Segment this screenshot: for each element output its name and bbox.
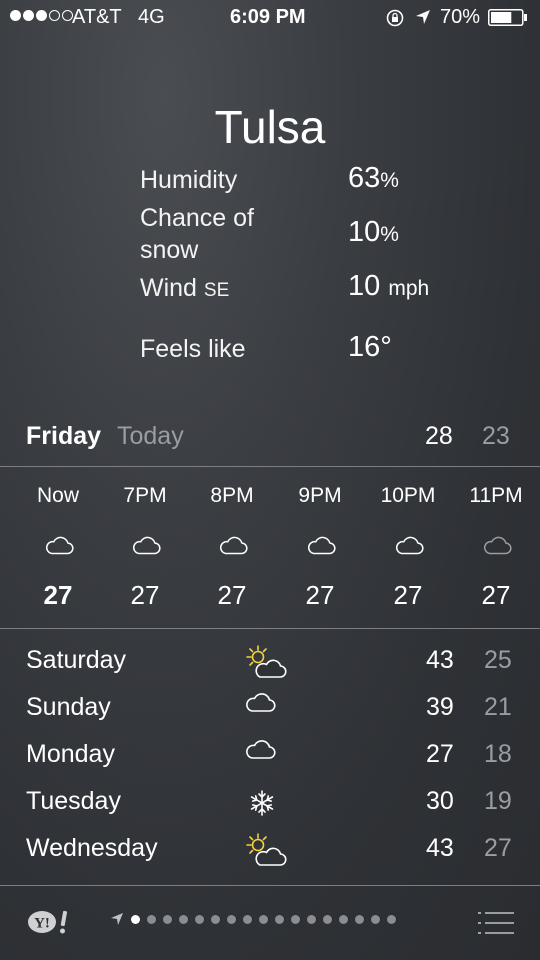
daily-row: Sunday 39 21 bbox=[0, 693, 540, 740]
day-name: Wednesday bbox=[26, 834, 158, 862]
snowflake-icon bbox=[244, 785, 280, 826]
cloud-icon bbox=[244, 691, 276, 718]
today-low: 23 bbox=[482, 422, 510, 450]
wind-value: 10 mph bbox=[348, 270, 430, 302]
location-arrow-icon bbox=[111, 913, 123, 925]
day-name: Tuesday bbox=[26, 787, 121, 815]
today-label: Today bbox=[117, 422, 184, 450]
hour-temperature: 27 bbox=[305, 580, 335, 610]
humidity-value: 63% bbox=[348, 162, 399, 194]
cloud-icon bbox=[394, 534, 424, 561]
day-low: 25 bbox=[484, 646, 512, 674]
page-dot[interactable] bbox=[179, 914, 188, 924]
hour-label: 10PM bbox=[380, 484, 436, 507]
cloud-icon bbox=[244, 738, 276, 765]
day-high: 39 bbox=[426, 693, 454, 721]
day-low: 18 bbox=[484, 740, 512, 768]
cloud-icon bbox=[131, 534, 161, 561]
page-dot[interactable] bbox=[259, 914, 268, 924]
humidity-label: Humidity bbox=[140, 166, 238, 194]
today-high: 28 bbox=[425, 422, 453, 450]
partly-sunny-icon bbox=[244, 644, 290, 685]
battery-percent: 70% bbox=[440, 6, 481, 28]
page-dot[interactable] bbox=[275, 914, 284, 924]
hour-label: 11PM bbox=[469, 484, 523, 507]
signal-dot bbox=[10, 10, 21, 21]
page-dot[interactable] bbox=[291, 914, 300, 924]
feels-like-value: 16° bbox=[348, 331, 392, 363]
page-dot[interactable] bbox=[131, 914, 140, 924]
signal-dot bbox=[49, 10, 60, 21]
list-icon[interactable] bbox=[478, 910, 514, 936]
day-name: Monday bbox=[26, 740, 115, 768]
status-time: 6:09 PM bbox=[230, 6, 306, 28]
page-indicator[interactable] bbox=[110, 912, 396, 926]
wind-label: Wind SE bbox=[140, 274, 230, 302]
hour-label: 7PM bbox=[123, 484, 167, 507]
hour-label: Now bbox=[36, 484, 79, 507]
signal-dot bbox=[36, 10, 47, 21]
daily-row: Saturday 43 25 bbox=[0, 644, 540, 693]
day-high: 27 bbox=[426, 740, 454, 768]
day-low: 27 bbox=[484, 834, 512, 862]
page-dot[interactable] bbox=[147, 914, 156, 924]
daily-row: Tuesday 30 19 bbox=[0, 787, 540, 834]
hour-temperature: 27 bbox=[43, 580, 73, 610]
daily-row: Wednesday 43 27 bbox=[0, 832, 540, 881]
hour-temperature: 27 bbox=[217, 580, 247, 610]
location-arrow-icon bbox=[416, 10, 430, 24]
day-low: 21 bbox=[484, 693, 512, 721]
day-name: Saturday bbox=[26, 646, 127, 674]
partly-sunny-icon bbox=[244, 832, 290, 873]
page-dot[interactable] bbox=[355, 914, 364, 924]
today-day: Friday bbox=[26, 422, 102, 450]
day-name: Sunday bbox=[26, 693, 111, 721]
page-dot[interactable] bbox=[163, 914, 172, 924]
daily-row: Monday 27 18 bbox=[0, 740, 540, 787]
page-dot[interactable] bbox=[307, 914, 316, 924]
network-type: 4G bbox=[138, 6, 165, 28]
yahoo-logo-text: Y! bbox=[34, 916, 50, 932]
divider bbox=[0, 885, 540, 886]
carrier-name: AT&T bbox=[72, 6, 122, 28]
page-dot[interactable] bbox=[195, 914, 204, 924]
page-dot[interactable] bbox=[339, 914, 348, 924]
divider bbox=[0, 628, 540, 629]
page-dot[interactable] bbox=[371, 914, 380, 924]
hourly-forecast[interactable]: Now 27 7PM 27 8PM 27 9PM 27 10PM 27 11PM 27 bbox=[0, 484, 540, 614]
divider bbox=[0, 466, 540, 467]
cloud-icon bbox=[482, 534, 512, 561]
hour-label: 8PM bbox=[210, 484, 254, 507]
day-low: 19 bbox=[484, 787, 512, 815]
city-name: Tulsa bbox=[214, 101, 326, 153]
feels-like-label: Feels like bbox=[140, 335, 246, 363]
signal-dot bbox=[23, 10, 34, 21]
day-high: 30 bbox=[426, 787, 454, 815]
yahoo-logo-button[interactable]: Y! bbox=[27, 908, 73, 936]
page-dot[interactable] bbox=[387, 914, 396, 924]
cloud-icon bbox=[218, 534, 248, 561]
hour-temperature: 27 bbox=[393, 580, 423, 610]
rotation-lock-icon bbox=[386, 9, 404, 27]
day-high: 43 bbox=[426, 834, 454, 862]
snow-chance-label: Chance of snow bbox=[140, 204, 254, 264]
cloud-icon bbox=[306, 534, 336, 561]
hour-label: 9PM bbox=[298, 484, 342, 507]
page-dot[interactable] bbox=[211, 914, 220, 924]
cloud-icon bbox=[44, 534, 74, 561]
status-bar: AT&T 4G 6:09 PM 70% bbox=[0, 0, 540, 36]
battery-icon bbox=[488, 9, 527, 26]
day-high: 43 bbox=[426, 646, 454, 674]
page-dot[interactable] bbox=[323, 914, 332, 924]
signal-strength-icon bbox=[10, 10, 73, 21]
hour-temperature: 27 bbox=[130, 580, 160, 610]
hour-temperature: 27 bbox=[481, 580, 511, 610]
snow-chance-value: 10% bbox=[348, 216, 399, 248]
page-dot[interactable] bbox=[243, 914, 252, 924]
page-dot[interactable] bbox=[227, 914, 236, 924]
daily-forecast: Saturday 43 25 Sunday 39 21 Monday 27 18 Tuesday 3… bbox=[0, 644, 540, 886]
